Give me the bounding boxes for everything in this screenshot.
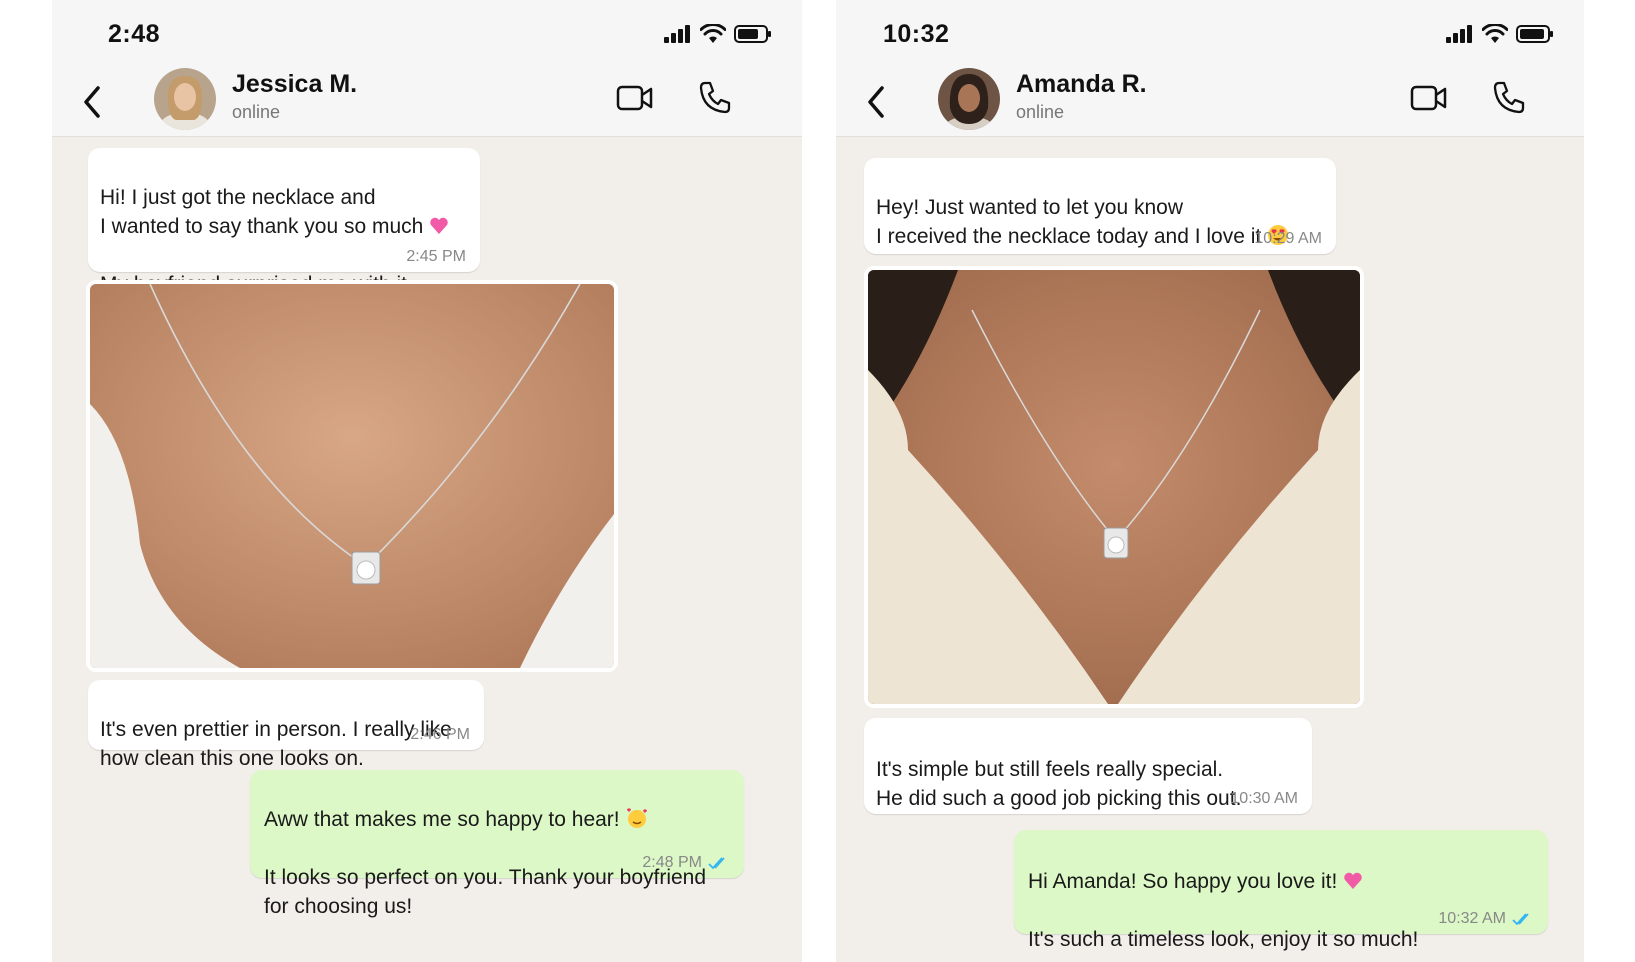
wifi-icon (700, 24, 726, 43)
message-time: 2:45 PM (406, 248, 466, 265)
message-time: 2:46 PM (410, 726, 470, 743)
avatar[interactable] (938, 68, 1000, 130)
incoming-message[interactable]: It's simple but still feels really speci… (864, 718, 1312, 814)
left-chat-screen: 2:48 Jessica M. online Hi! I just got th… (52, 0, 802, 962)
status-time: 10:32 (883, 20, 950, 48)
status-bar: 10:32 (836, 0, 1584, 66)
battery-icon (1516, 25, 1553, 43)
video-call-icon[interactable] (616, 84, 654, 112)
message-time: 2:48 PM (642, 854, 702, 871)
signal-icon (1446, 25, 1472, 43)
outgoing-message[interactable]: Aww that makes me so happy to hear! It l… (250, 770, 744, 918)
status-bar: 2:48 (52, 0, 802, 66)
contact-name[interactable]: Jessica M. (232, 70, 357, 99)
chat-header: Jessica M. online (52, 66, 802, 137)
message-text: It's simple but still feels really speci… (876, 758, 1242, 810)
status-icons (1446, 24, 1554, 44)
message-text: Aww that makes me so happy to hear! (264, 808, 620, 831)
signal-icon (664, 25, 690, 43)
incoming-message[interactable]: It's even prettier in person. I really l… (88, 680, 484, 770)
contact-status: online (232, 102, 281, 122)
message-time-row: 10:32 AM (1438, 910, 1534, 928)
heart-emoji-icon (1344, 872, 1363, 889)
necklace-photo[interactable] (864, 266, 1364, 708)
avatar[interactable] (154, 68, 216, 130)
heart-emoji-icon (430, 217, 449, 234)
message-text: It's even prettier in person. I really l… (100, 718, 452, 770)
phone-call-icon[interactable] (698, 80, 732, 114)
smiling-hearts-emoji-icon (626, 808, 647, 828)
incoming-message[interactable]: Hi! I just got the necklace and I wanted… (88, 148, 480, 325)
message-time: 10:32 AM (1438, 910, 1506, 927)
video-call-icon[interactable] (1410, 84, 1448, 112)
message-text: It looks so perfect on you. Thank your b… (264, 866, 707, 918)
status-time: 2:48 (108, 20, 161, 48)
contact-name[interactable]: Amanda R. (1016, 70, 1147, 99)
back-chevron-icon[interactable] (78, 82, 104, 122)
back-chevron-icon[interactable] (862, 82, 888, 122)
message-text: Hey! Just wanted to let you know I recei… (876, 196, 1262, 248)
double-check-icon (708, 857, 725, 870)
outgoing-message[interactable]: Hi Amanda! So happy you love it! It's su… (1014, 830, 1548, 951)
right-chat-screen: 10:32 Amanda R. online Hey! Just wanted … (836, 0, 1584, 962)
wifi-icon (1482, 24, 1508, 43)
battery-icon (734, 25, 771, 43)
chat-header: Amanda R. online (836, 66, 1584, 137)
message-time: 10:29 AM (1254, 230, 1322, 247)
message-time-row: 2:48 PM (642, 854, 730, 872)
phone-call-icon[interactable] (1492, 80, 1526, 114)
double-check-icon (1512, 913, 1529, 926)
contact-status: online (1016, 102, 1065, 122)
necklace-photo[interactable] (86, 280, 618, 672)
message-text: Hi Amanda! So happy you love it! (1028, 870, 1338, 893)
incoming-message[interactable]: Hey! Just wanted to let you know I recei… (864, 158, 1336, 254)
message-text: Hi! I just got the necklace and I wanted… (100, 186, 424, 238)
message-time: 10:30 AM (1230, 790, 1298, 807)
status-icons (664, 24, 772, 44)
message-text: It's such a timeless look, enjoy it so m… (1028, 928, 1419, 951)
